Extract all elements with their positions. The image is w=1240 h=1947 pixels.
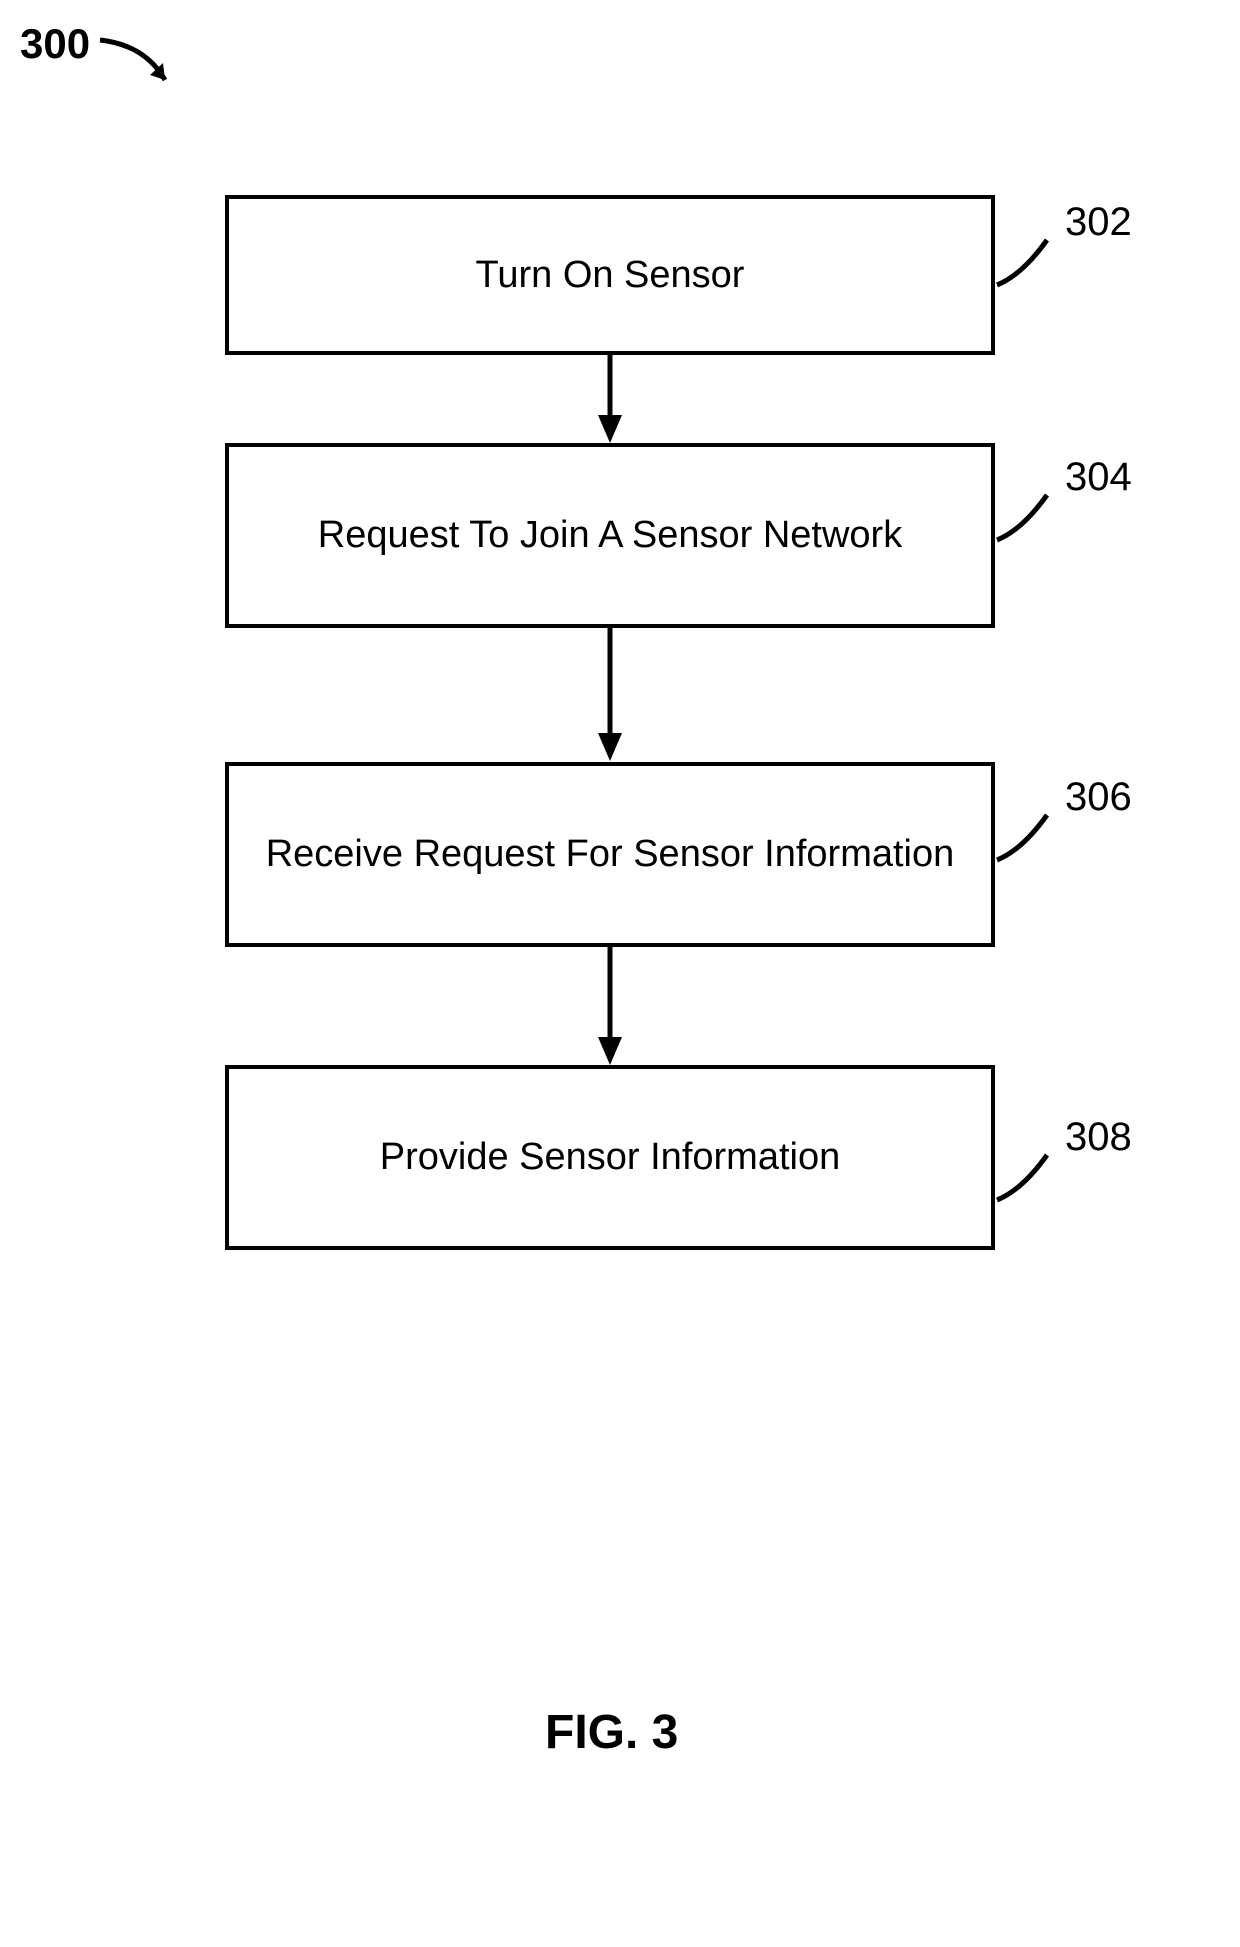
- flow-step-4: Provide Sensor Information: [225, 1065, 995, 1250]
- flow-step-3: Receive Request For Sensor Information: [225, 762, 995, 947]
- ref-leader-2: [992, 490, 1062, 545]
- ref-label-2: 304: [1065, 455, 1132, 500]
- arrow-1-2: [595, 355, 625, 445]
- arrow-2-3: [595, 628, 625, 763]
- flow-step-2: Request To Join A Sensor Network: [225, 443, 995, 628]
- flow-step-3-label: Receive Request For Sensor Information: [266, 833, 955, 876]
- figure-caption: FIG. 3: [545, 1705, 678, 1760]
- ref-label-1: 302: [1065, 200, 1132, 245]
- flow-step-1-label: Turn On Sensor: [476, 254, 745, 297]
- arrow-3-4: [595, 947, 625, 1067]
- ref-leader-3: [992, 810, 1062, 865]
- ref-leader-1: [992, 235, 1062, 290]
- ref-leader-4: [992, 1150, 1062, 1205]
- ref-label-3: 306: [1065, 775, 1132, 820]
- figure-number-arrow: [95, 25, 195, 105]
- flow-step-2-label: Request To Join A Sensor Network: [318, 514, 902, 557]
- flow-step-1: Turn On Sensor: [225, 195, 995, 355]
- ref-label-4: 308: [1065, 1115, 1132, 1160]
- flow-step-4-label: Provide Sensor Information: [380, 1136, 840, 1179]
- figure-number-label: 300: [20, 20, 90, 68]
